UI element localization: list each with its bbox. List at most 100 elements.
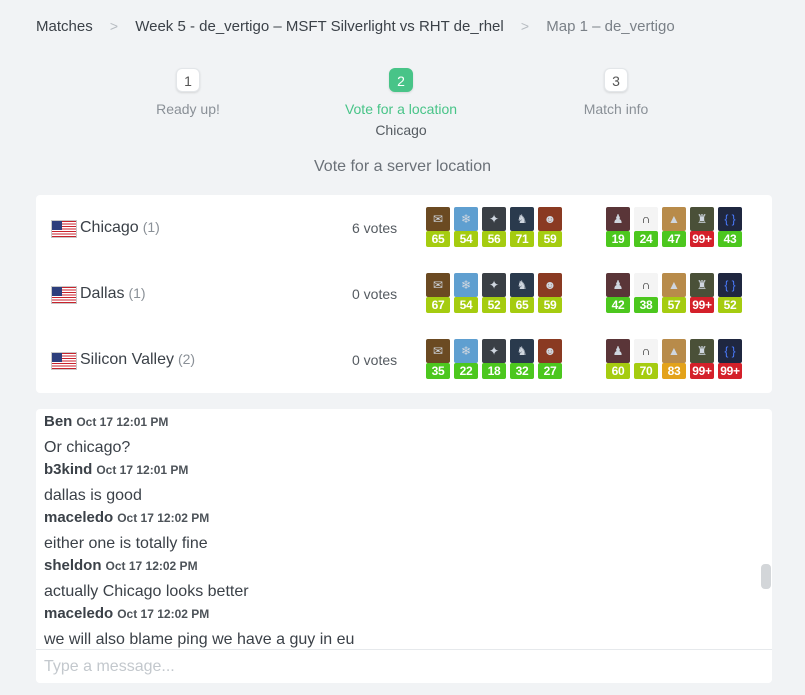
step-match-info: 3 Match info [526,68,706,117]
location-row-dallas[interactable]: Dallas (1) 0 votes ✉ 67 ❄ 54 ✦ 52 ♞ 65 ☻ 59 ♟ 42 ∩ 38… [36,261,772,327]
message-time: Oct 17 12:02 PM [105,559,198,573]
player-avatar[interactable]: ✉ 67 [426,273,450,313]
player-avatar[interactable]: ∩ 70 [634,339,658,379]
player-avatar-icon: ✦ [482,207,506,231]
us-flag-icon [52,353,76,369]
ping-badge: 54 [454,297,478,313]
player-avatar[interactable]: { } 52 [718,273,742,313]
player-avatar-icon: ▲ [662,273,686,297]
step-label: Match info [583,101,649,117]
player-avatar-icon: ♜ [690,339,714,363]
player-avatar[interactable]: ♞ 71 [510,207,534,247]
ping-badge: 99+ [690,231,714,247]
player-avatar[interactable]: ✦ 18 [482,339,506,379]
player-avatar[interactable]: { } 99+ [718,339,742,379]
player-avatar[interactable]: ∩ 24 [634,207,658,247]
ping-badge: 56 [482,231,506,247]
message-text: either one is totally fine [44,535,208,552]
player-avatar[interactable]: ♟ 60 [606,339,630,379]
player-avatar[interactable]: ✉ 35 [426,339,450,379]
step-label: Vote for a location [344,101,458,117]
player-avatar[interactable]: ♞ 65 [510,273,534,313]
location-row-chicago[interactable]: Chicago (1) 6 votes ✉ 65 ❄ 54 ✦ 56 ♞ 71 ☻ 59 ♟ 19 ∩ 2… [36,195,772,261]
player-avatar-icon: ❄ [454,273,478,297]
player-avatar[interactable]: ♟ 19 [606,207,630,247]
player-avatar-icon: ☻ [538,273,562,297]
player-avatar[interactable]: ♜ 99+ [690,339,714,379]
player-avatar-icon: ✦ [482,273,506,297]
player-avatar[interactable]: ▲ 57 [662,273,686,313]
step-ready-up: 1 Ready up! [98,68,278,117]
ping-badge: 65 [510,297,534,313]
player-avatar-icon: ♞ [510,207,534,231]
player-avatar-icon: ❄ [454,339,478,363]
ping-badge: 18 [482,363,506,379]
player-avatar[interactable]: ✉ 65 [426,207,450,247]
step-number: 2 [389,68,413,92]
vote-title: Vote for a server location [314,158,491,175]
player-avatar[interactable]: ▲ 83 [662,339,686,379]
player-avatar[interactable]: ☻ 59 [538,207,562,247]
message-text: dallas is good [44,487,142,504]
player-avatar[interactable]: ♜ 99+ [690,273,714,313]
chat-message: maceledo Oct 17 12:02 PM either one is to… [44,509,209,553]
ping-badge: 99+ [690,363,714,379]
player-avatar-icon: ♜ [690,273,714,297]
message-author: sheldon [44,557,102,574]
location-count: (1) [142,219,160,235]
location-count: (1) [128,285,146,301]
location-name-text: Chicago [80,219,139,236]
player-avatar-icon: { } [718,273,742,297]
player-avatar[interactable]: { } 43 [718,207,742,247]
step-vote-location: 2 Vote for a location Chicago [311,68,491,138]
ping-badge: 83 [662,363,686,379]
ping-badge: 57 [662,297,686,313]
player-avatar[interactable]: ☻ 27 [538,339,562,379]
message-author: maceledo [44,509,114,526]
chat-messages[interactable]: Ben Oct 17 12:01 PM Or chicago? b3kind Oct… [36,409,772,649]
player-avatar[interactable]: ♜ 99+ [690,207,714,247]
player-avatar[interactable]: ✦ 56 [482,207,506,247]
message-text: Or chicago? [44,439,131,456]
vote-count: 0 votes [352,286,398,302]
player-avatar-icon: ☻ [538,339,562,363]
step-number: 3 [604,68,628,92]
player-avatar[interactable]: ✦ 52 [482,273,506,313]
player-avatar[interactable]: ☻ 59 [538,273,562,313]
step-number: 1 [176,68,200,92]
ping-badge: 35 [426,363,450,379]
player-avatar-icon: ∩ [634,207,658,231]
chat-message-input[interactable] [36,649,772,683]
us-flag-icon [52,287,76,303]
location-row-silicon-valley[interactable]: Silicon Valley (2) 0 votes ✉ 35 ❄ 22 ✦ 18 ♞ 32 ☻ 2… [36,327,772,393]
ping-badge: 99+ [690,297,714,313]
player-avatar[interactable]: ♟ 42 [606,273,630,313]
location-name-text: Dallas [80,285,125,302]
player-avatar[interactable]: ❄ 22 [454,339,478,379]
player-avatar-icon: ♟ [606,273,630,297]
player-avatar-icon: ▲ [662,339,686,363]
us-flag-icon [52,221,76,237]
player-avatar[interactable]: ❄ 54 [454,273,478,313]
message-time: Oct 17 12:01 PM [96,463,189,477]
player-avatar-icon: ❄ [454,207,478,231]
location-name-text: Silicon Valley [80,351,174,368]
message-author: b3kind [44,461,93,478]
ping-badge: 19 [606,231,630,247]
ping-badge: 32 [510,363,534,379]
ping-badge: 38 [634,297,658,313]
player-avatar[interactable]: ∩ 38 [634,273,658,313]
player-avatar[interactable]: ♞ 32 [510,339,534,379]
vote-count: 6 votes [352,220,398,236]
step-selected-location: Chicago [375,122,427,138]
chat-scrollbar[interactable] [761,564,771,589]
chat-panel: Ben Oct 17 12:01 PM Or chicago? b3kind Oct… [36,409,772,683]
message-author: Ben [44,413,73,430]
chat-message: maceledo Oct 17 12:02 PM we will also bla… [44,605,354,649]
message-text: we will also blame ping we have a guy in… [44,631,355,648]
player-avatar[interactable]: ❄ 54 [454,207,478,247]
player-avatar[interactable]: ▲ 47 [662,207,686,247]
player-avatar-icon: { } [718,339,742,363]
player-avatar-icon: ✦ [482,339,506,363]
location-list: Chicago (1) 6 votes ✉ 65 ❄ 54 ✦ 56 ♞ 71 ☻ 59 ♟ 19 ∩ 2… [36,195,772,393]
